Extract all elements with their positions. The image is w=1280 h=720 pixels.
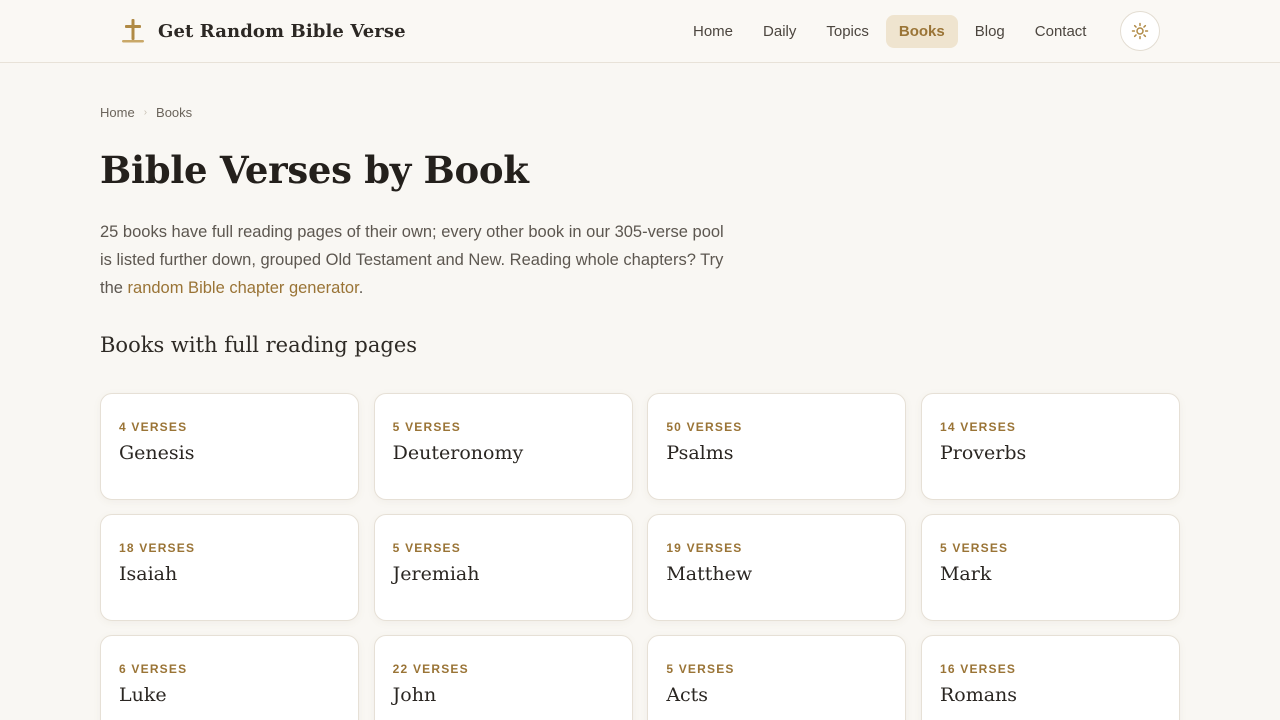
verse-count: 19 verses: [666, 541, 743, 555]
intro-paragraph: 25 books have full reading pages of thei…: [100, 218, 730, 302]
book-card-acts[interactable]: 5 verses Acts: [647, 635, 907, 720]
verse-count: 14 verses: [939, 420, 1017, 434]
verse-count: 50 verses: [666, 420, 743, 434]
brand-name: Get Random Bible Verse: [158, 20, 406, 42]
book-name: John: [392, 684, 437, 706]
book-card-romans[interactable]: 16 verses Romans: [920, 635, 1180, 720]
breadcrumb-current: Books: [156, 105, 193, 120]
book-name: Acts: [666, 684, 709, 706]
book-name: Psalms: [666, 442, 734, 464]
book-card-jeremiah[interactable]: 5 verses Jeremiah: [373, 514, 633, 621]
nav-contact[interactable]: Contact: [1022, 15, 1100, 48]
breadcrumb: Home › Books: [100, 105, 192, 120]
verse-count: 5 verses: [939, 541, 1009, 555]
site-header: Get Random Bible Verse Home Daily Topics…: [0, 0, 1280, 63]
verse-count: 6 verses: [119, 662, 188, 676]
verse-count: 18 verses: [119, 541, 196, 555]
book-card-genesis[interactable]: 4 verses Genesis: [100, 393, 359, 500]
verse-count: 4 verses: [119, 420, 188, 434]
verse-count: 5 verses: [666, 662, 735, 676]
nav-topics[interactable]: Topics: [813, 15, 882, 48]
book-card-isaiah[interactable]: 18 verses Isaiah: [100, 514, 359, 621]
theme-toggle-button[interactable]: [1120, 11, 1160, 51]
brand-link[interactable]: Get Random Bible Verse: [120, 15, 406, 47]
book-name: Mark: [939, 563, 992, 585]
intro-end: .: [358, 279, 364, 297]
verse-count: 5 verses: [392, 420, 461, 434]
nav-books[interactable]: Books: [885, 15, 958, 48]
chapter-generator-link[interactable]: random Bible chapter generator: [128, 279, 359, 297]
sun-icon: [1131, 22, 1149, 40]
breadcrumb-home[interactable]: Home: [100, 105, 135, 120]
main-nav: Home Daily Topics Books Blog Contact: [680, 15, 1099, 48]
page-title: Bible Verses by Book: [100, 148, 529, 192]
book-card-luke[interactable]: 6 verses Luke: [100, 635, 359, 720]
book-name: Isaiah: [119, 563, 178, 585]
book-card-proverbs[interactable]: 14 verses Proverbs: [920, 393, 1180, 500]
book-name: Luke: [119, 684, 167, 706]
chevron-right-icon: ›: [143, 107, 148, 118]
book-name: Jeremiah: [392, 563, 480, 585]
book-card-mark[interactable]: 5 verses Mark: [920, 514, 1180, 621]
book-name: Matthew: [666, 563, 753, 585]
book-card-matthew[interactable]: 19 verses Matthew: [647, 514, 907, 621]
books-grid: 4 verses Genesis 5 verses Deuteronomy 50…: [100, 393, 1180, 720]
book-name: Genesis: [119, 442, 195, 464]
verse-count: 5 verses: [392, 541, 461, 555]
nav-daily[interactable]: Daily: [750, 15, 809, 48]
nav-home[interactable]: Home: [680, 15, 746, 48]
cross-icon: [122, 19, 144, 43]
book-name: Deuteronomy: [392, 442, 524, 464]
book-name: Proverbs: [939, 442, 1027, 464]
verse-count: 16 verses: [939, 662, 1017, 676]
section-title: Books with full reading pages: [100, 333, 418, 357]
nav-blog[interactable]: Blog: [962, 15, 1018, 48]
book-card-john[interactable]: 22 verses John: [373, 635, 633, 720]
book-card-psalms[interactable]: 50 verses Psalms: [647, 393, 907, 500]
verse-count: 22 verses: [392, 662, 469, 676]
book-card-deuteronomy[interactable]: 5 verses Deuteronomy: [373, 393, 633, 500]
book-name: Romans: [939, 684, 1018, 706]
